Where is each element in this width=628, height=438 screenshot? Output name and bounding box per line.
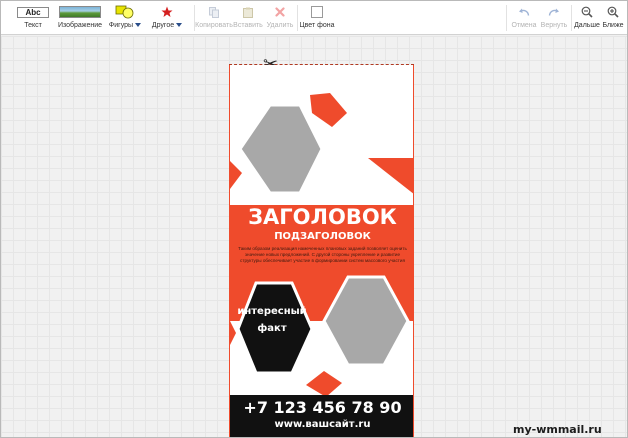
toolbar-divider: [506, 5, 507, 31]
redo-button[interactable]: Вернуть: [539, 4, 569, 32]
editor-window: Abc Текст Изображение Фигуры Другое Копи…: [0, 0, 628, 438]
background-color-label: Цвет фона: [299, 22, 335, 29]
magnifier-minus-icon: [581, 6, 593, 18]
magnifier-plus-icon: [607, 6, 619, 18]
top-hexagon-graphic: [230, 93, 413, 195]
redo-icon: [548, 8, 559, 16]
zoom-in-label: Ближе: [602, 22, 624, 29]
paste-icon: [243, 7, 253, 18]
zoom-in-button[interactable]: Ближе: [601, 4, 625, 32]
copy-icon: [209, 6, 219, 18]
paste-button[interactable]: Вставить: [233, 4, 263, 32]
star-icon: [161, 6, 173, 17]
paste-label: Вставить: [233, 22, 263, 29]
fact-text[interactable]: интересный факт: [236, 303, 308, 337]
fact-line-2: факт: [257, 323, 287, 334]
background-color-button[interactable]: Цвет фона: [299, 4, 335, 32]
toolbar-divider: [571, 5, 572, 31]
banner-subtitle[interactable]: ПОДЗАГОЛОВОК: [230, 231, 413, 242]
text-icon: Abc: [17, 6, 49, 18]
image-placeholder-hexagon-2: [322, 275, 410, 367]
delete-label: Удалить: [266, 22, 294, 29]
add-image-label: Изображение: [57, 22, 103, 29]
zoom-out-button[interactable]: Дальше: [573, 4, 601, 32]
copy-button[interactable]: Копировать: [195, 4, 233, 32]
website-url[interactable]: www.вашсайт.ru: [230, 419, 413, 430]
toolbar-divider: [297, 5, 298, 31]
image-placeholder-hexagon: [238, 103, 324, 195]
banner-body-text[interactable]: Таким образом реализация намеченных план…: [236, 246, 409, 264]
chevron-down-icon: [176, 23, 183, 28]
shapes-label: Фигуры: [108, 22, 134, 29]
undo-label: Отмена: [511, 22, 537, 29]
zoom-out-label: Дальше: [574, 22, 600, 29]
orange-diamond: [306, 371, 342, 395]
chevron-down-icon: [135, 23, 142, 28]
phone-number[interactable]: +7 123 456 78 90: [230, 398, 413, 417]
delete-button[interactable]: Удалить: [265, 4, 295, 32]
add-image-button[interactable]: Изображение: [57, 4, 103, 32]
rollup-banner[interactable]: ЗАГОЛОВОК ПОДЗАГОЛОВОК Таким образом реа…: [229, 65, 414, 437]
other-dropdown[interactable]: Другое: [149, 4, 185, 32]
add-text-button[interactable]: Abc Текст: [15, 4, 51, 32]
delete-x-icon: [275, 7, 285, 17]
undo-button[interactable]: Отмена: [509, 4, 539, 32]
copy-label: Копировать: [195, 22, 233, 29]
toolbar: Abc Текст Изображение Фигуры Другое Копи…: [1, 1, 627, 35]
fact-line-1: интересный: [237, 306, 307, 317]
redo-label: Вернуть: [540, 22, 568, 29]
other-label: Другое: [151, 22, 175, 29]
undo-icon: [519, 8, 530, 16]
shapes-icon: [115, 5, 134, 19]
color-swatch-icon: [311, 6, 323, 18]
watermark: my-wmmail.ru: [513, 423, 602, 436]
orange-left-triangle: [230, 161, 242, 189]
shapes-dropdown[interactable]: Фигуры: [105, 4, 145, 32]
image-icon: [59, 6, 101, 18]
add-text-label: Текст: [24, 22, 42, 29]
orange-top-parallelogram: [310, 93, 347, 127]
orange-top-triangle: [368, 158, 413, 194]
banner-title[interactable]: ЗАГОЛОВОК: [230, 205, 413, 229]
